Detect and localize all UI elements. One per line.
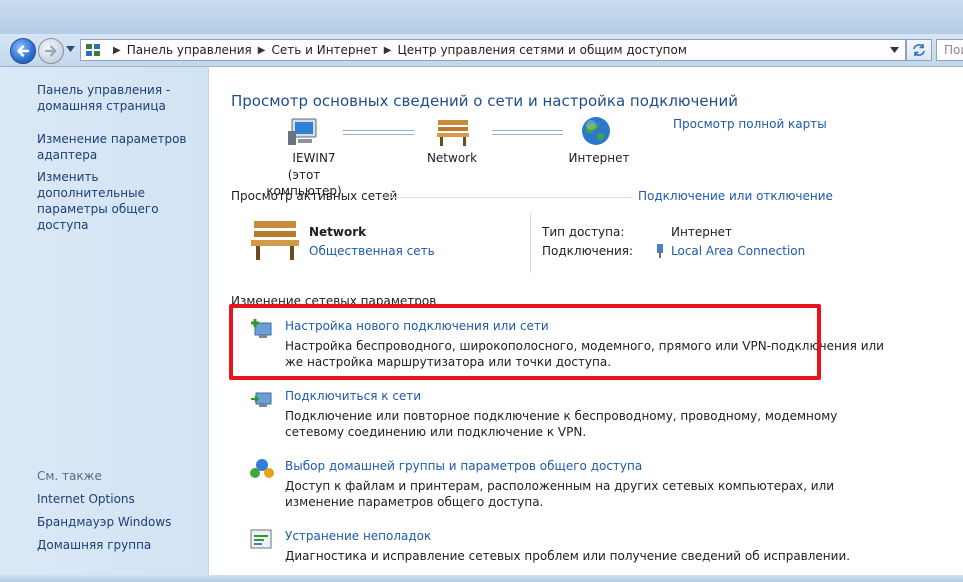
control-panel-icon bbox=[86, 44, 100, 56]
map-network-name: Network bbox=[426, 151, 478, 165]
refresh-button[interactable] bbox=[906, 39, 932, 61]
sidebar-item-control-panel-home[interactable]: Панель управления - домашняя страница bbox=[37, 82, 202, 114]
task-connect-network-desc: Подключение или повторное подключение к … bbox=[285, 409, 838, 439]
homegroup-icon bbox=[250, 459, 274, 478]
forward-arrow-icon bbox=[44, 45, 57, 57]
sidebar: Панель управления - домашняя страница Из… bbox=[0, 67, 209, 582]
history-dropdown-icon[interactable] bbox=[66, 46, 75, 52]
map-node-computer[interactable] bbox=[273, 117, 333, 153]
forward-button[interactable] bbox=[38, 38, 64, 64]
highlight-frame bbox=[229, 304, 821, 380]
map-connector bbox=[343, 130, 414, 135]
breadcrumb-separator[interactable]: ▶ bbox=[384, 45, 392, 56]
map-node-internet[interactable] bbox=[579, 115, 613, 151]
sidebar-item-firewall[interactable]: Брандмауэр Windows bbox=[37, 514, 202, 530]
sidebar-item-advanced-sharing[interactable]: Изменить дополнительные параметры общего… bbox=[37, 169, 202, 233]
section-divider bbox=[381, 197, 633, 198]
connect-network-icon bbox=[251, 392, 272, 407]
active-network-name: Network bbox=[309, 225, 367, 239]
breadcrumb-separator[interactable]: ▶ bbox=[258, 45, 266, 56]
breadcrumb-control-panel[interactable]: Панель управления bbox=[127, 43, 252, 57]
sidebar-item-homegroup[interactable]: Домашняя группа bbox=[37, 537, 202, 553]
breadcrumb-separator: ▶ bbox=[113, 44, 121, 56]
local-area-connection-link[interactable]: Local Area Connection bbox=[671, 244, 805, 258]
breadcrumb-network-center[interactable]: Центр управления сетями и общим доступом bbox=[397, 43, 686, 57]
task-homegroup-desc: Доступ к файлам и принтерам, расположенн… bbox=[285, 479, 835, 509]
address-dropdown-icon[interactable] bbox=[890, 47, 899, 53]
task-troubleshoot-desc: Диагностика и исправление сетевых пробле… bbox=[285, 549, 851, 563]
window-bottom-border bbox=[0, 575, 963, 582]
map-connector bbox=[492, 130, 563, 135]
refresh-icon bbox=[913, 44, 925, 56]
map-internet-name: Интернет bbox=[568, 151, 630, 165]
sidebar-item-internet-options[interactable]: Internet Options bbox=[37, 491, 202, 507]
see-also-heading: См. также bbox=[37, 469, 102, 483]
connections-label: Подключения: bbox=[542, 244, 634, 258]
sidebar-item-adapter-settings[interactable]: Изменение параметров адаптера bbox=[37, 131, 202, 163]
task-troubleshoot-link[interactable]: Устранение неполадок bbox=[285, 529, 431, 543]
network-type-link[interactable]: Общественная сеть bbox=[309, 244, 435, 258]
page-title: Просмотр основных сведений о сети и наст… bbox=[231, 92, 738, 110]
computer-name: IEWIN7 bbox=[292, 151, 336, 165]
vertical-divider bbox=[530, 213, 531, 273]
task-homegroup-link[interactable]: Выбор домашней группы и параметров общег… bbox=[285, 459, 642, 473]
active-networks-heading: Просмотр активных сетей bbox=[231, 189, 398, 203]
back-arrow-icon bbox=[17, 45, 30, 57]
window-titlebar bbox=[0, 0, 963, 34]
full-map-link[interactable]: Просмотр полной карты bbox=[673, 117, 827, 131]
bench-icon bbox=[251, 221, 299, 260]
back-button[interactable] bbox=[10, 38, 36, 64]
breadcrumb-network-internet[interactable]: Сеть и Интернет bbox=[271, 43, 377, 57]
map-node-network[interactable] bbox=[433, 117, 473, 151]
troubleshoot-icon bbox=[250, 529, 272, 549]
computer-icon bbox=[288, 118, 317, 145]
globe-icon bbox=[582, 117, 610, 145]
connect-disconnect-link[interactable]: Подключение или отключение bbox=[638, 189, 833, 203]
network-plug-icon bbox=[657, 244, 663, 258]
access-type-value: Интернет bbox=[671, 225, 733, 239]
task-connect-network-link[interactable]: Подключиться к сети bbox=[285, 389, 421, 403]
search-input[interactable]: Поиск в панели управления bbox=[936, 39, 963, 61]
main-content: Просмотр основных сведений о сети и наст… bbox=[209, 67, 963, 582]
address-bar[interactable]: ▶ Панель управления ▶ Сеть и Интернет ▶ … bbox=[80, 39, 906, 61]
access-type-label: Тип доступа: bbox=[542, 225, 625, 239]
bench-icon bbox=[437, 120, 469, 146]
